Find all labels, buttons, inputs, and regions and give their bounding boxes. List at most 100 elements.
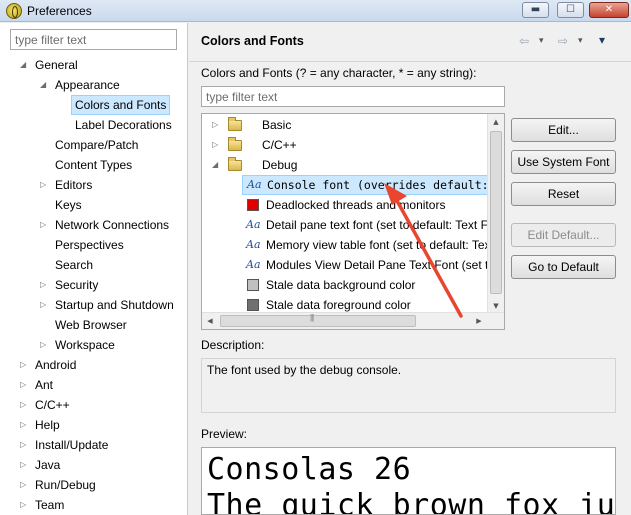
colors-tree-row[interactable]: Aa Detail pane text font (set to default:… [242, 215, 492, 235]
preference-tree-item[interactable]: Run/Debug [35, 475, 96, 495]
font-icon: Aa [246, 218, 261, 231]
preference-tree-item[interactable]: C/C++ [35, 395, 70, 415]
preference-tree-item[interactable]: Web Browser [55, 315, 127, 335]
description-box: The font used by the debug console. [201, 358, 616, 413]
preference-tree-item[interactable]: Startup and Shutdown [55, 295, 174, 315]
window-title: Preferences [27, 4, 92, 18]
category-folder-icon [228, 137, 242, 151]
window-titlebar: Preferences ▬ ☐ ✕ [0, 0, 631, 22]
colors-tree-row-label: Console font (overrides default: Text Fo… [267, 178, 491, 192]
colors-tree-row[interactable]: Basic [246, 115, 496, 135]
tree-horizontal-scrollbar[interactable]: ◀ ▶ [202, 312, 504, 329]
tree-vertical-scrollbar[interactable]: ▲ ▼ [487, 114, 504, 314]
color-swatch-icon [247, 279, 259, 291]
preference-tree-item[interactable]: Install/Update [35, 435, 108, 455]
minimize-button[interactable]: ▬ [522, 2, 549, 18]
tree-expand-toggle-icon[interactable]: ▷ [40, 220, 46, 229]
title-separator [189, 61, 631, 62]
preference-tree-item[interactable]: Perspectives [55, 235, 124, 255]
tree-expand-toggle-icon[interactable]: ▷ [20, 500, 26, 509]
colors-tree-row-label: Detail pane text font (set to default: T… [266, 218, 492, 232]
preference-tree-item[interactable]: Keys [55, 195, 82, 215]
tree-expand-toggle-icon[interactable]: ▷ [40, 300, 46, 309]
eclipse-app-icon [6, 3, 22, 19]
colors-tree-row[interactable]: Aa Modules View Detail Pane Text Font (se… [242, 255, 492, 275]
tree-expand-toggle-icon[interactable]: ▷ [20, 400, 26, 409]
preference-tree-item[interactable]: Colors and Fonts [71, 95, 171, 115]
preview-label: Preview: [201, 427, 248, 441]
category-expand-toggle-icon[interactable]: ▷ [212, 140, 218, 149]
colors-filter-label: Colors and Fonts (? = any character, * =… [201, 66, 477, 80]
maximize-button[interactable]: ☐ [557, 2, 584, 18]
preview-line-font-name: Consolas 26 [207, 452, 412, 487]
tree-expand-toggle-icon[interactable]: ▷ [20, 480, 26, 489]
preference-tree-item[interactable]: Appearance [55, 75, 120, 95]
scroll-up-icon[interactable]: ▲ [488, 114, 504, 130]
preference-tree-item[interactable]: Label Decorations [75, 115, 172, 135]
preference-tree-item[interactable]: Team [35, 495, 64, 515]
tree-expand-toggle-icon[interactable]: ▷ [20, 440, 26, 449]
tree-expand-toggle-icon[interactable]: ▷ [20, 380, 26, 389]
colors-tree-row[interactable]: Debug [246, 155, 496, 175]
color-swatch-icon [247, 199, 259, 211]
back-arrow-icon[interactable]: ⇦ [519, 34, 529, 48]
description-label: Description: [201, 338, 265, 352]
preference-tree-pane: ◢ General ◢ AppearanceColors and FontsLabel… [0, 23, 188, 515]
preference-filter-input[interactable] [10, 29, 177, 50]
category-folder-icon [228, 157, 242, 171]
font-preview: Consolas 26 The quick brown fox jumps ov… [201, 447, 616, 515]
colors-tree-row-label: Memory view table font (set to default: … [266, 238, 492, 252]
tree-expand-toggle-icon[interactable]: ▷ [20, 460, 26, 469]
view-menu-icon[interactable]: ▾ [599, 33, 605, 47]
preference-tree-item[interactable]: Search [55, 255, 93, 275]
colors-tree-row-label: Modules View Detail Pane Text Font (set … [266, 258, 492, 272]
use-system-font-button[interactable]: Use System Font [511, 150, 616, 174]
category-expand-toggle-icon[interactable]: ◢ [212, 160, 218, 169]
preference-tree-item[interactable]: Editors [55, 175, 92, 195]
reset-button[interactable]: Reset [511, 182, 616, 206]
scroll-right-icon[interactable]: ▶ [471, 313, 487, 329]
preference-tree-item[interactable]: Android [35, 355, 76, 375]
preference-tree-item[interactable]: General [35, 55, 78, 75]
preference-tree-item[interactable]: Security [55, 275, 98, 295]
go-to-default-button[interactable]: Go to Default [511, 255, 616, 279]
forward-history-dropdown-icon[interactable]: ▾ [578, 36, 583, 46]
preference-tree-item[interactable]: Ant [35, 375, 53, 395]
edit-default-button[interactable]: Edit Default... [511, 223, 616, 247]
vertical-scroll-thumb[interactable] [490, 131, 502, 294]
tree-expand-toggle-icon[interactable]: ◢ [20, 60, 26, 69]
edit-button[interactable]: Edit... [511, 118, 616, 142]
forward-arrow-icon[interactable]: ⇨ [558, 34, 568, 48]
close-button[interactable]: ✕ [589, 2, 629, 18]
colors-tree-row[interactable]: C/C++ [246, 135, 496, 155]
scroll-left-icon[interactable]: ◀ [202, 313, 218, 329]
tree-expand-toggle-icon[interactable]: ▷ [40, 280, 46, 289]
page-title: Colors and Fonts [201, 34, 304, 48]
font-icon: Aa [247, 178, 262, 191]
colors-tree-row[interactable]: Stale data background color [242, 275, 492, 295]
preference-tree-item[interactable]: Java [35, 455, 60, 475]
preference-tree-item[interactable]: Content Types [55, 155, 132, 175]
colors-filter-input[interactable] [201, 86, 505, 107]
colors-tree-row[interactable]: Aa Memory view table font (set to default… [242, 235, 492, 255]
colors-and-fonts-tree: ▷ Basic ▷ C/C++ ◢ Debug Aa Console font (overri… [201, 113, 505, 330]
preference-tree-item[interactable]: Compare/Patch [55, 135, 138, 155]
preference-tree-item[interactable]: Network Connections [55, 215, 169, 235]
back-history-dropdown-icon[interactable]: ▾ [539, 36, 544, 46]
font-icon: Aa [246, 238, 261, 251]
tree-expand-toggle-icon[interactable]: ▷ [20, 360, 26, 369]
tree-expand-toggle-icon[interactable]: ▷ [20, 420, 26, 429]
tree-expand-toggle-icon[interactable]: ▷ [40, 340, 46, 349]
horizontal-scroll-thumb[interactable] [220, 313, 416, 327]
preference-tree-item[interactable]: Help [35, 415, 60, 435]
category-folder-icon [228, 117, 242, 131]
tree-expand-toggle-icon[interactable]: ▷ [40, 180, 46, 189]
category-expand-toggle-icon[interactable]: ▷ [212, 120, 218, 129]
colors-tree-row-label: Deadlocked threads and monitors [266, 198, 446, 212]
colors-tree-row[interactable]: Aa Console font (overrides default: Text … [242, 175, 492, 195]
font-icon: Aa [246, 258, 261, 271]
tree-expand-toggle-icon[interactable]: ◢ [40, 80, 46, 89]
preference-tree-item[interactable]: Workspace [55, 335, 115, 355]
colors-tree-row[interactable]: Deadlocked threads and monitors [242, 195, 492, 215]
colors-tree-row-label: C/C++ [262, 138, 297, 152]
